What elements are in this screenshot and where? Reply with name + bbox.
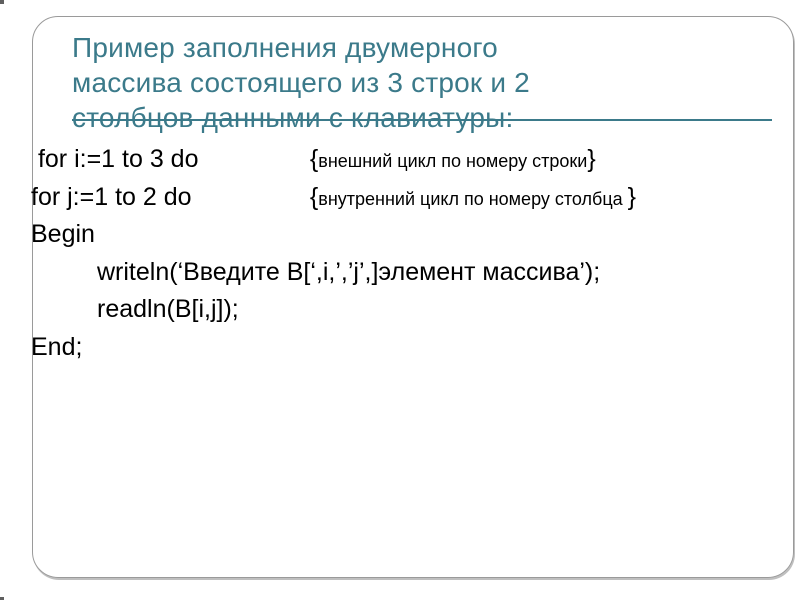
brace-close: } [628,183,636,211]
for-j-comment: {внутренний цикл по номеру столбца } [303,179,636,217]
corner-dot-tl [0,0,4,4]
slide: Пример заполнения двумерного массива сос… [0,0,800,600]
for-j-comment-text: внутренний цикл по номеру столбца [318,189,627,209]
code-line-for-j: for j:=1 to 2 do {внутренний цикл по ном… [31,179,800,217]
title-line-2: массива состоящего из 3 строк и 2 [72,67,530,98]
code-line-end: End; [31,329,800,367]
code-block: for i:=1 to 3 do {внешний цикл по номеру… [25,135,800,366]
brace-close: } [587,145,595,173]
brace-open: { [310,145,318,173]
brace-open: { [310,183,318,211]
slide-content: Пример заполнения двумерного массива сос… [25,30,800,580]
for-i-comment: {внешний цикл по номеру строки} [310,141,596,179]
for-i-stmt: for i:=1 to 3 do [38,141,303,179]
title-line-3: столбцов данными с клавиатуры: [72,102,513,133]
code-line-begin: Begin [31,216,800,254]
code-line-writeln: writeln(‘Введите B[‘,i,’,’j’,]элемент ма… [31,254,800,292]
code-line-readln: readln(B[i,j]); [31,291,800,329]
slide-title: Пример заполнения двумерного массива сос… [25,30,800,135]
for-j-stmt: for j:=1 to 2 do [31,179,296,217]
code-line-for-i: for i:=1 to 3 do {внешний цикл по номеру… [31,141,800,179]
title-line-1: Пример заполнения двумерного [72,32,498,63]
for-i-comment-text: внешний цикл по номеру строки [318,151,587,171]
